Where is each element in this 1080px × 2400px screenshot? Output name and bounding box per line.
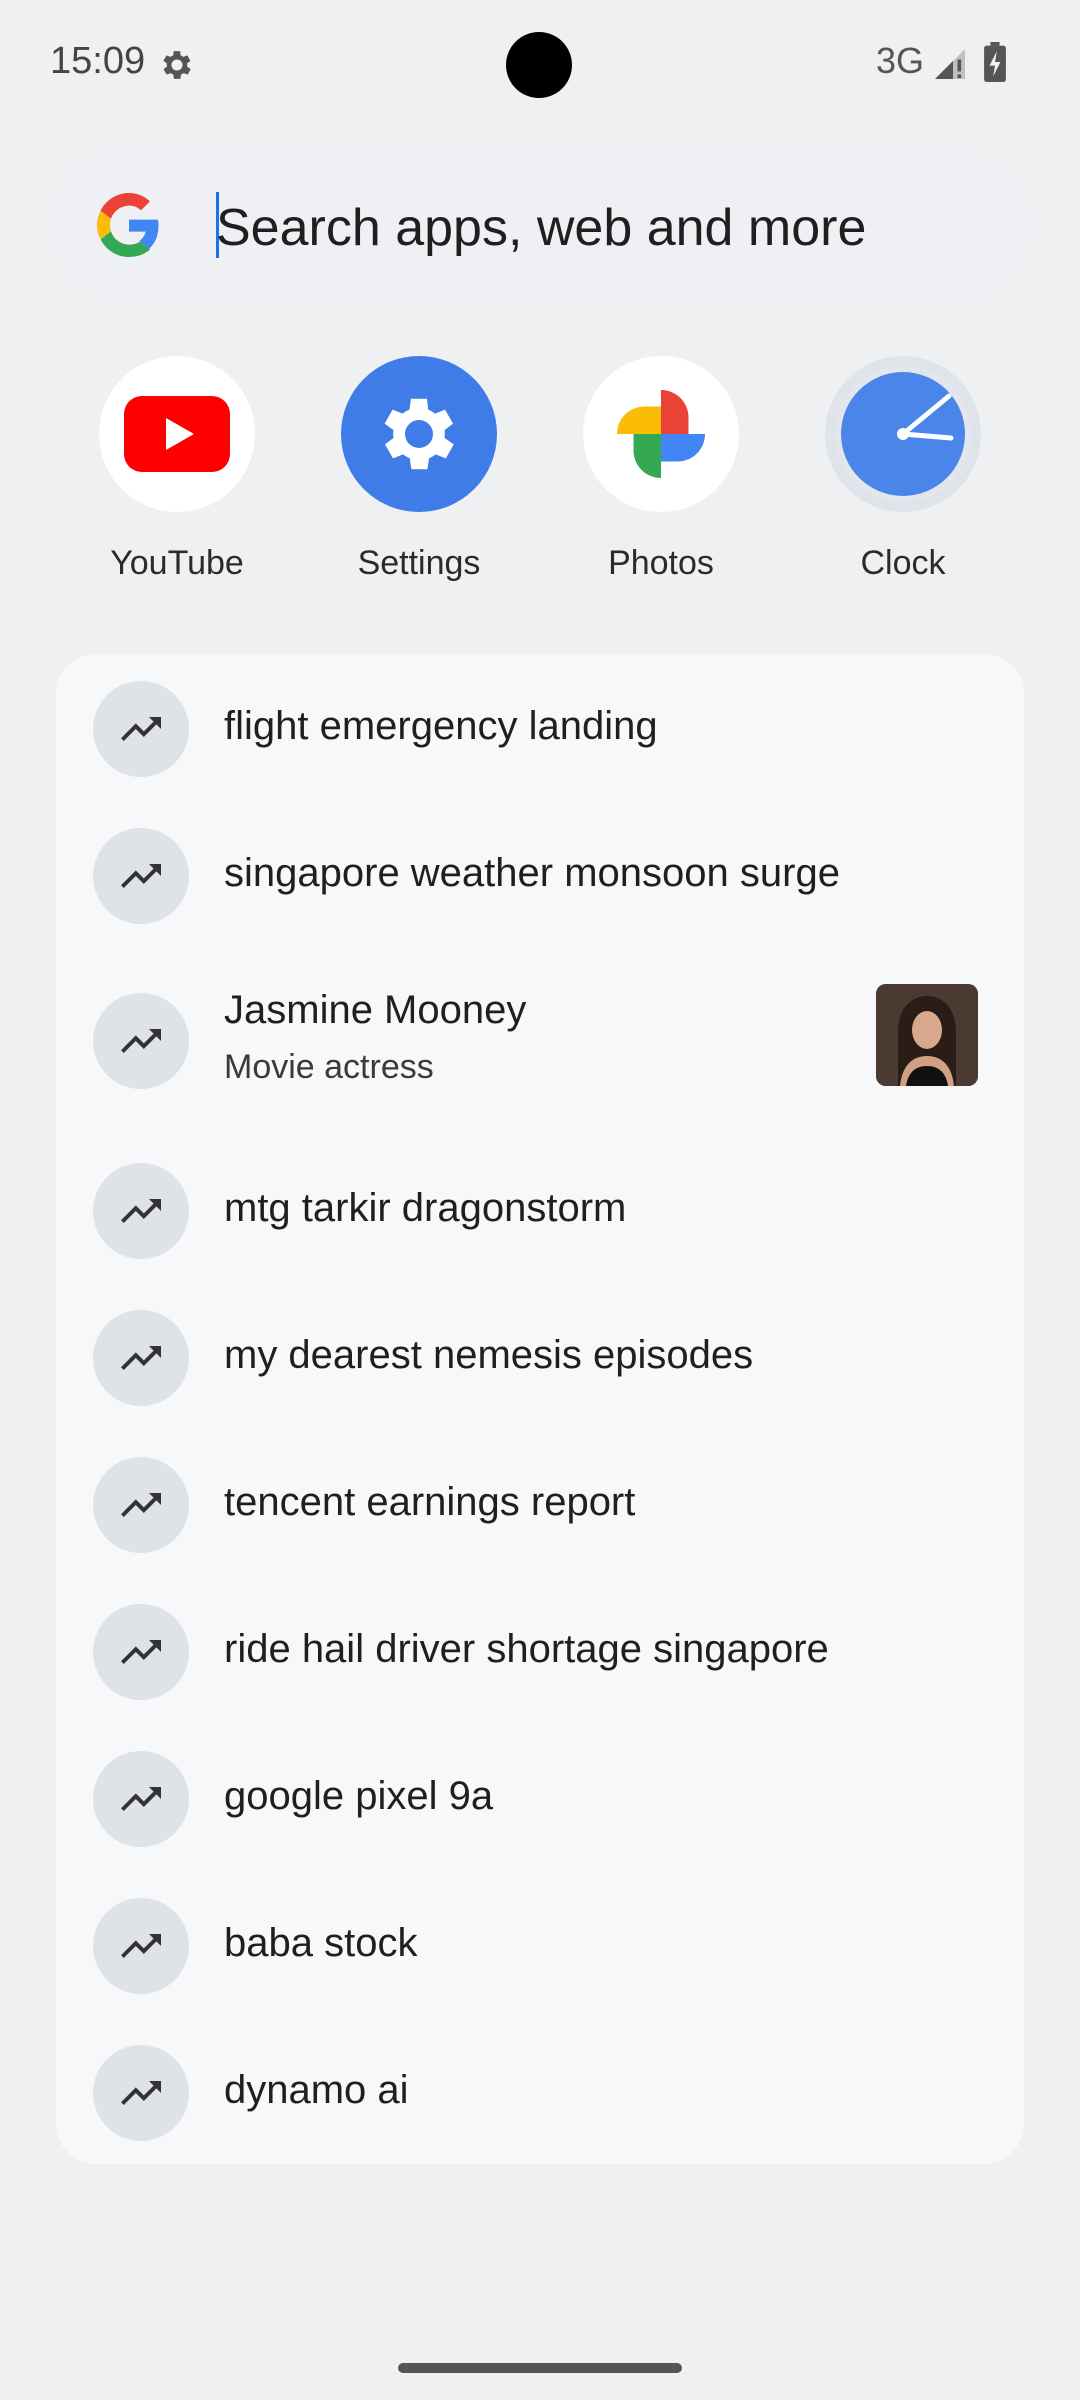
suggestion-row[interactable]: my dearest nemesis episodes <box>56 1283 1024 1430</box>
clock-icon <box>825 356 981 512</box>
trending-up-icon <box>78 1883 204 2009</box>
suggestion-row[interactable]: tencent earnings report <box>56 1430 1024 1577</box>
app-clock[interactable]: Clock <box>782 328 1024 610</box>
search-input[interactable]: Search apps, web and more <box>216 198 866 258</box>
camera-cutout <box>506 32 572 98</box>
youtube-icon <box>99 356 255 512</box>
entity-thumbnail <box>876 984 978 1086</box>
suggestion-row[interactable]: dynamo ai <box>56 2018 1024 2165</box>
search-trailing-action[interactable] <box>886 160 1024 298</box>
trending-up-icon <box>78 1736 204 1862</box>
signal-icon <box>935 49 965 79</box>
app-label: Clock <box>860 544 946 582</box>
suggested-apps-row: YouTube Settings Photos Clock <box>56 328 1024 610</box>
photos-icon <box>583 356 739 512</box>
settings-icon <box>341 356 497 512</box>
search-bar[interactable]: Search apps, web and more <box>48 150 1032 300</box>
app-photos[interactable]: Photos <box>540 328 782 610</box>
suggestion-row-entity[interactable]: Jasmine Mooney Movie actress <box>56 948 1024 1136</box>
suggestion-text: mtg tarkir dragonstorm <box>224 1186 627 1230</box>
suggestion-row[interactable]: baba stock <box>56 1871 1024 2018</box>
suggestion-text: my dearest nemesis episodes <box>224 1333 754 1377</box>
suggestion-text: ride hail driver shortage singapore <box>224 1627 829 1671</box>
trending-up-icon <box>78 1442 204 1568</box>
suggestion-text: google pixel 9a <box>224 1774 494 1818</box>
suggestion-text: singapore weather monsoon surge <box>224 851 840 895</box>
trending-up-icon <box>78 978 204 1104</box>
battery-icon <box>984 42 1006 82</box>
app-label: YouTube <box>110 544 244 582</box>
status-time: 15:09 <box>50 40 146 82</box>
trending-suggestions-list: flight emergency landing singapore weath… <box>56 654 1024 2164</box>
suggestion-row[interactable]: singapore weather monsoon surge <box>56 801 1024 948</box>
status-bar: 15:09 3G <box>0 0 1080 130</box>
trending-up-icon <box>78 2030 204 2156</box>
app-label: Settings <box>357 544 481 582</box>
suggestion-text: dynamo ai <box>224 2068 409 2112</box>
app-youtube[interactable]: YouTube <box>56 328 298 610</box>
suggestion-text: tencent earnings report <box>224 1480 636 1524</box>
app-label: Photos <box>608 544 714 582</box>
trending-up-icon <box>78 1148 204 1274</box>
trending-up-icon <box>78 666 204 792</box>
suggestion-subtitle: Movie actress <box>224 1048 434 1086</box>
trending-up-icon <box>78 1295 204 1421</box>
suggestion-row[interactable]: mtg tarkir dragonstorm <box>56 1136 1024 1283</box>
app-settings[interactable]: Settings <box>298 328 540 610</box>
trending-up-icon <box>78 1589 204 1715</box>
suggestion-row[interactable]: flight emergency landing <box>56 654 1024 801</box>
google-g-icon[interactable] <box>68 164 190 286</box>
network-type: 3G <box>876 40 925 81</box>
gesture-nav-handle[interactable] <box>398 2363 682 2373</box>
suggestion-row[interactable]: ride hail driver shortage singapore <box>56 1577 1024 1724</box>
suggestion-row[interactable]: google pixel 9a <box>56 1724 1024 1871</box>
suggestion-text: baba stock <box>224 1921 418 1965</box>
suggestion-text: flight emergency landing <box>224 704 658 748</box>
trending-up-icon <box>78 813 204 939</box>
suggestion-text: Jasmine Mooney <box>224 988 527 1032</box>
settings-gear-icon <box>163 51 191 79</box>
